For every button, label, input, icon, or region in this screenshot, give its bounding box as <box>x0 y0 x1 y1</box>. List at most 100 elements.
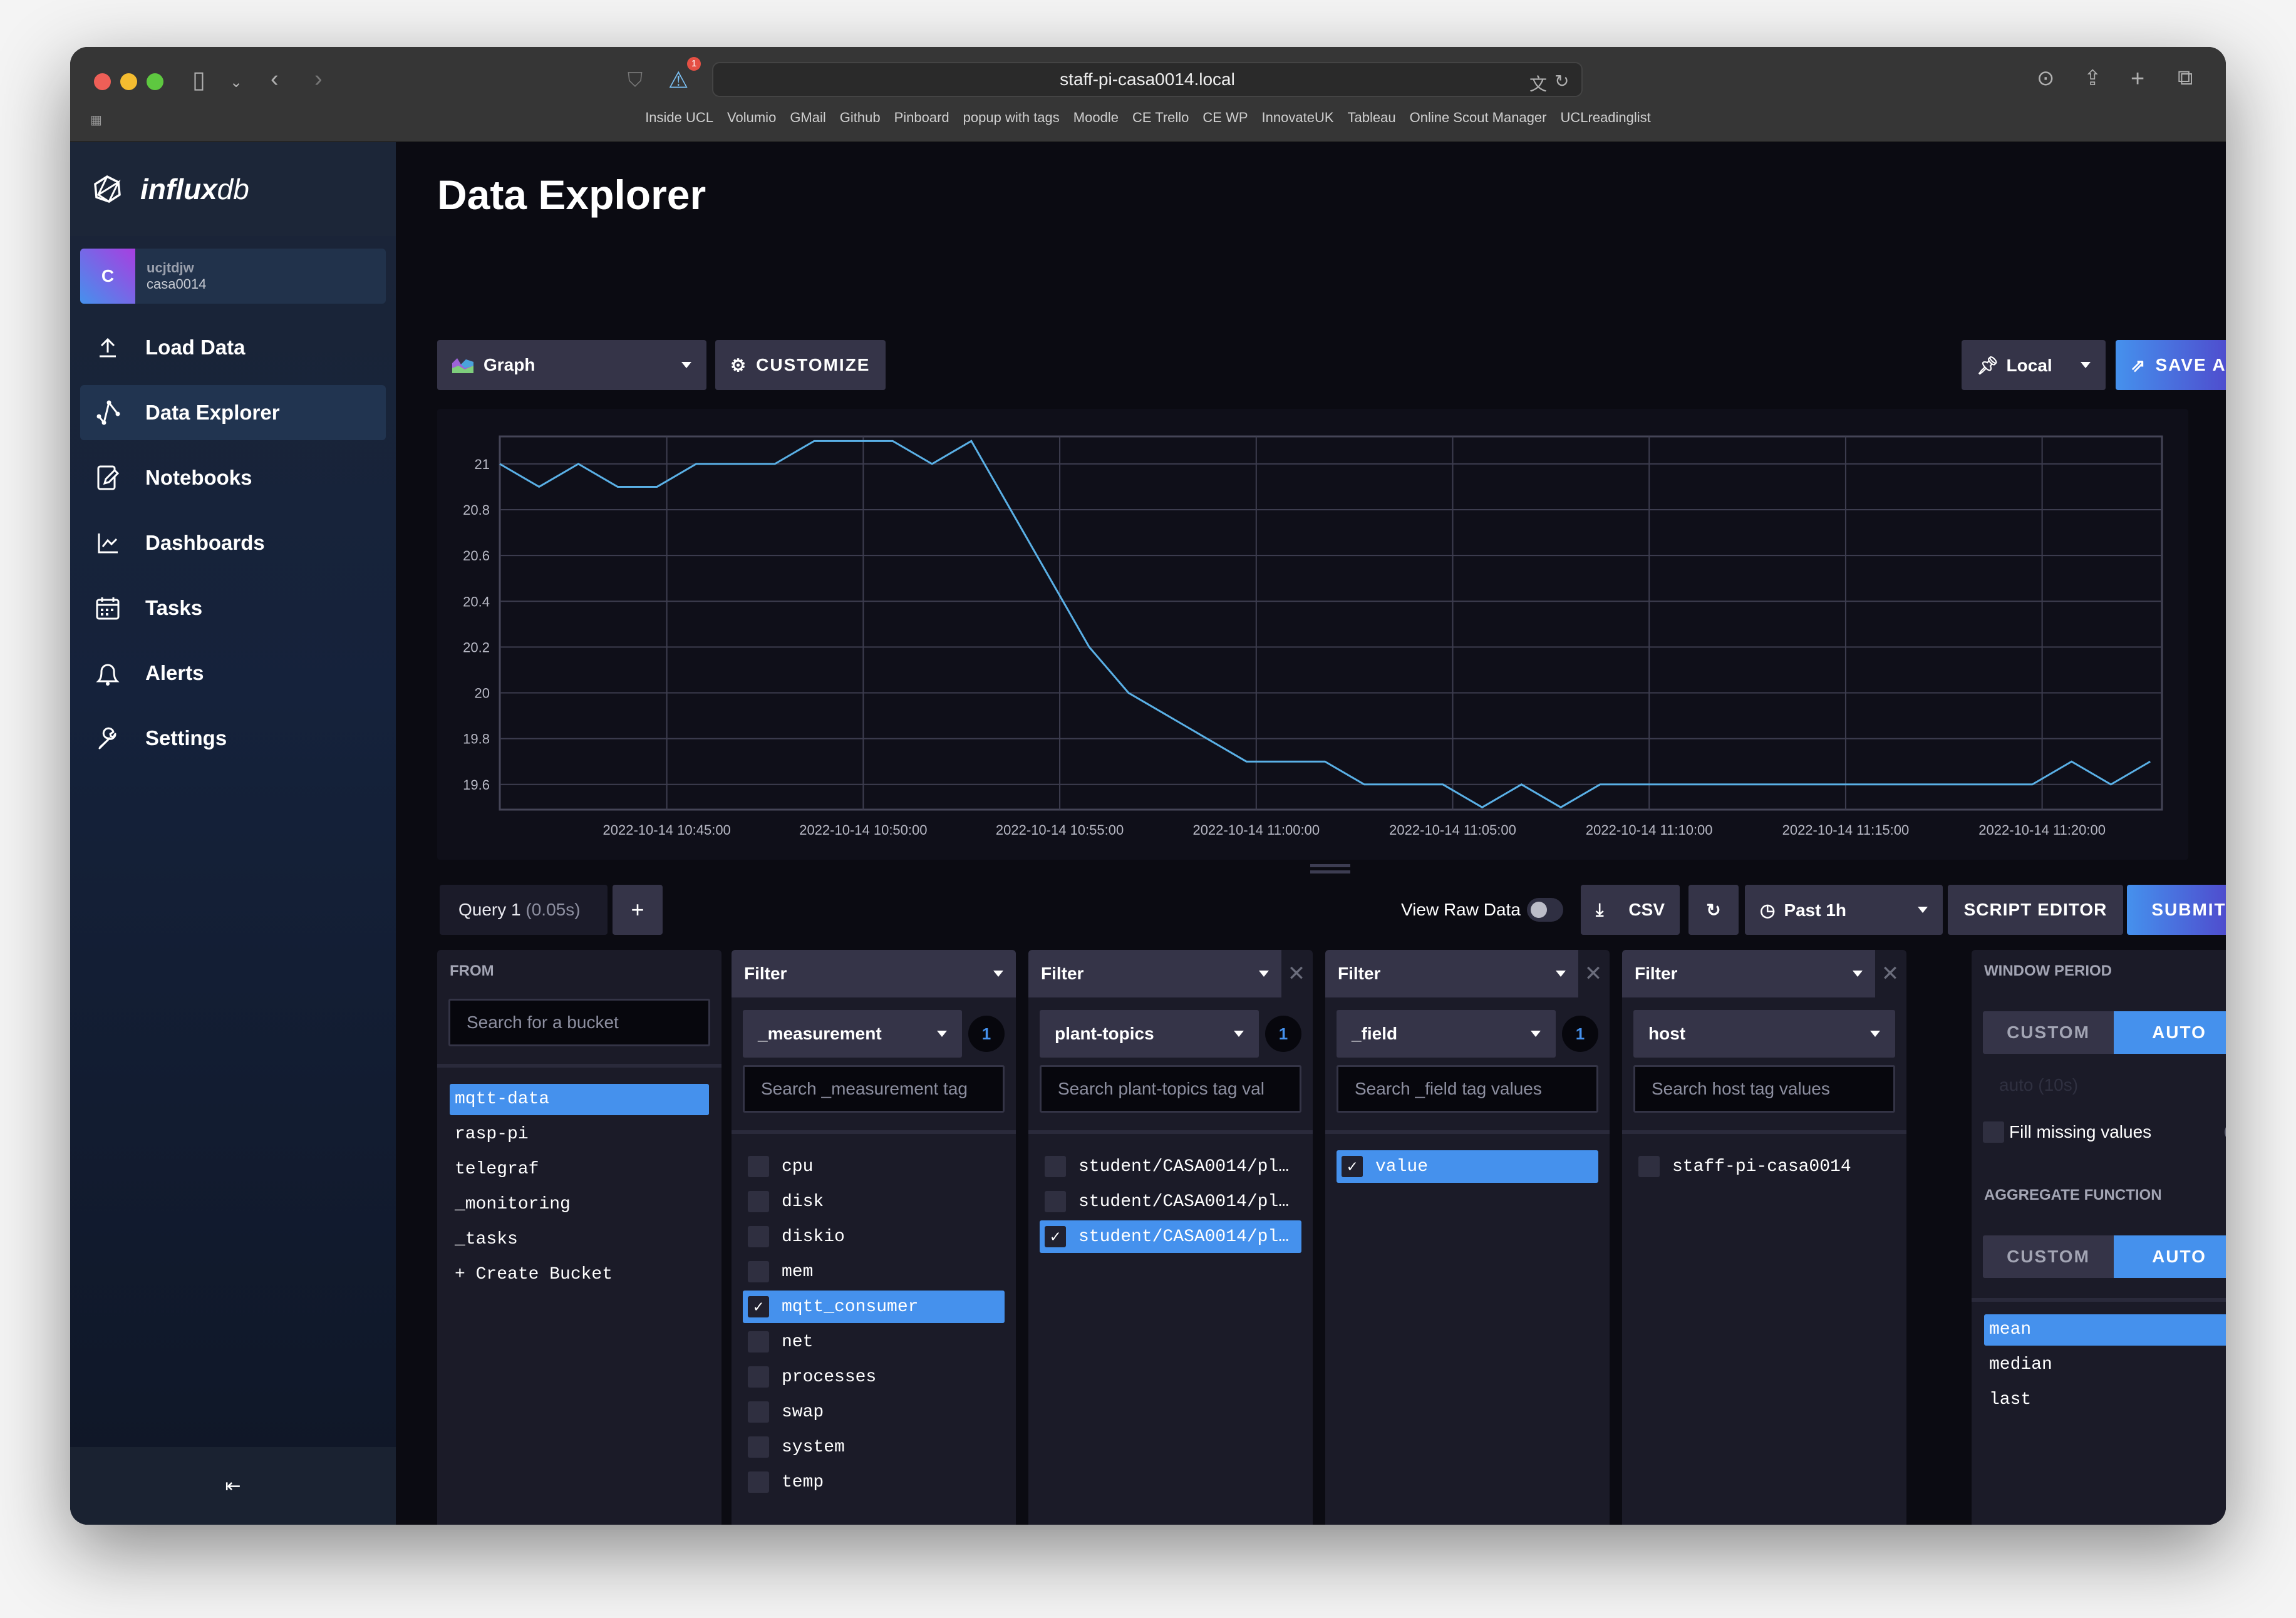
script-editor-button[interactable]: SCRIPT EDITOR <box>1948 885 2123 935</box>
csv-download-button[interactable]: ⤓ CSV <box>1581 885 1680 935</box>
filter-function-dropdown[interactable]: Filter <box>1325 950 1578 997</box>
checkbox[interactable] <box>748 1261 769 1282</box>
help-icon[interactable]: ? <box>2225 1122 2226 1142</box>
address-bar[interactable]: staff-pi-casa0014.local <box>712 62 1583 97</box>
resize-handle[interactable] <box>1310 864 1350 877</box>
sidebar-item-alerts[interactable]: Alerts <box>80 646 386 701</box>
sidebar-item-settings[interactable]: Settings <box>80 711 386 766</box>
customize-button[interactable]: ⚙ CUSTOMIZE <box>715 340 886 390</box>
bookmark-link[interactable]: InnovateUK <box>1262 110 1334 125</box>
close-icon[interactable]: ✕ <box>1281 961 1311 986</box>
tag-value-item[interactable]: net <box>743 1326 1005 1358</box>
org-switcher[interactable]: C ucjtdjw casa0014 <box>80 249 386 304</box>
tag-value-item[interactable]: ✓ value <box>1337 1150 1598 1183</box>
time-range-dropdown[interactable]: ◷ Past 1h <box>1745 885 1943 935</box>
bucket-item[interactable]: telegraf <box>450 1154 709 1185</box>
influxdb-logo[interactable]: influxdb <box>70 142 396 236</box>
tag-value-item[interactable]: mem <box>743 1255 1005 1288</box>
filter-function-dropdown[interactable]: Filter <box>732 950 1016 997</box>
aggregate-auto-button[interactable]: AUTO <box>2114 1235 2226 1278</box>
aggregate-function-item[interactable]: median <box>1984 1349 2226 1381</box>
sidebar-item-tasks[interactable]: Tasks <box>80 580 386 636</box>
checkbox[interactable] <box>748 1191 769 1212</box>
checkbox-checked[interactable]: ✓ <box>748 1296 769 1317</box>
bookmark-link[interactable]: CE WP <box>1202 110 1248 125</box>
sidebar-item-notebooks[interactable]: Notebooks <box>80 450 386 505</box>
window-period-auto-button[interactable]: AUTO <box>2114 1011 2226 1054</box>
translate-icon[interactable]: 文 <box>1529 71 1547 96</box>
checkbox[interactable] <box>748 1331 769 1353</box>
checkbox[interactable] <box>1045 1156 1066 1177</box>
bucket-item[interactable]: _tasks <box>450 1224 709 1255</box>
checkbox[interactable] <box>748 1226 769 1247</box>
tag-value-item[interactable]: ✓ mqtt_consumer <box>743 1291 1005 1323</box>
checkbox[interactable] <box>748 1436 769 1458</box>
tag-key-dropdown[interactable]: plant-topics <box>1040 1010 1259 1058</box>
tag-value-search-input[interactable]: Search host tag values <box>1633 1065 1895 1113</box>
collapse-sidebar-button[interactable]: ⇤ <box>70 1447 396 1525</box>
close-icon[interactable]: ✕ <box>1875 961 1905 986</box>
tag-value-search-input[interactable]: Search _measurement tag <box>743 1065 1005 1113</box>
checkbox-checked[interactable]: ✓ <box>1045 1226 1066 1247</box>
checkbox[interactable] <box>748 1401 769 1423</box>
tag-value-item[interactable]: ✓ student/CASA0014/pl… <box>1040 1220 1301 1253</box>
bookmark-link[interactable]: Github <box>840 110 881 125</box>
bookmark-link[interactable]: CE Trello <box>1132 110 1189 125</box>
tag-value-search-input[interactable]: Search plant-topics tag val <box>1040 1065 1301 1113</box>
query-tab[interactable]: Query 1 (0.05s) <box>440 885 608 935</box>
sidebar-item-load-data[interactable]: Load Data <box>80 320 386 375</box>
checkbox[interactable] <box>748 1471 769 1493</box>
tag-value-search-input[interactable]: Search _field tag values <box>1337 1065 1598 1113</box>
tag-key-dropdown[interactable]: _field <box>1337 1010 1556 1058</box>
filter-function-dropdown[interactable]: Filter <box>1622 950 1875 997</box>
aggregate-function-item[interactable]: mean <box>1984 1314 2226 1346</box>
submit-button[interactable]: SUBMIT <box>2127 885 2226 935</box>
tag-value-item[interactable]: system <box>743 1431 1005 1463</box>
bookmark-link[interactable]: GMail <box>790 110 825 125</box>
download-icon[interactable]: ⊙ <box>2037 66 2055 91</box>
tag-value-item[interactable]: diskio <box>743 1220 1005 1253</box>
checkbox[interactable] <box>748 1366 769 1388</box>
tag-value-item[interactable]: temp <box>743 1466 1005 1498</box>
tag-value-item[interactable]: staff-pi-casa0014 <box>1633 1150 1895 1183</box>
shield-icon[interactable]: ⛉ <box>628 68 643 92</box>
add-query-button[interactable]: + <box>613 885 663 935</box>
sidebar-item-dashboards[interactable]: Dashboards <box>80 515 386 570</box>
checkbox-checked[interactable]: ✓ <box>1342 1156 1363 1177</box>
maximize-window-button[interactable] <box>147 73 163 90</box>
tabs-overview-icon[interactable]: ⧉ <box>2178 66 2193 90</box>
close-window-button[interactable] <box>94 73 111 90</box>
graph-panel[interactable]: 19.6 19.8 20 20.2 20.4 20.6 20.8 21 2022-10-14 1… <box>437 409 2188 860</box>
bookmark-link[interactable]: Pinboard <box>894 110 949 125</box>
bucket-search-input[interactable]: Search for a bucket <box>448 999 710 1046</box>
graph-type-dropdown[interactable]: Graph <box>437 340 706 390</box>
bookmark-link[interactable]: Inside UCL <box>645 110 713 125</box>
bookmark-link[interactable]: Online Scout Manager <box>1410 110 1547 125</box>
bookmark-link[interactable]: UCLreadinglist <box>1561 110 1651 125</box>
line-chart[interactable]: 19.6 19.8 20 20.2 20.4 20.6 20.8 21 2022-10-14 1… <box>437 409 2188 860</box>
forward-icon[interactable]: › <box>314 66 323 93</box>
fill-missing-checkbox[interactable] <box>1983 1121 2004 1143</box>
checkbox[interactable] <box>748 1156 769 1177</box>
checkbox[interactable] <box>1045 1191 1066 1212</box>
sidebar-toggle-icon[interactable]: ▯ <box>192 66 205 94</box>
bucket-item[interactable]: rasp-pi <box>450 1119 709 1150</box>
tag-value-item[interactable]: student/CASA0014/pl… <box>1040 1150 1301 1183</box>
view-raw-data-toggle[interactable] <box>1526 898 1563 922</box>
chevron-down-icon[interactable]: ⌄ <box>230 73 242 91</box>
timezone-dropdown[interactable]: 📌︎ Local <box>1962 340 2106 390</box>
close-icon[interactable]: ✕ <box>1578 961 1608 986</box>
warning-icon[interactable]: ⚠ <box>668 67 688 93</box>
tag-value-item[interactable]: cpu <box>743 1150 1005 1183</box>
tag-value-item[interactable]: disk <box>743 1185 1005 1218</box>
sidebar-item-data-explorer[interactable]: Data Explorer <box>80 385 386 440</box>
tag-key-dropdown[interactable]: host <box>1633 1010 1895 1058</box>
save-as-button[interactable]: ⇗ SAVE AS <box>2116 340 2226 390</box>
tag-value-item[interactable]: processes <box>743 1361 1005 1393</box>
bookmark-link[interactable]: Volumio <box>727 110 776 125</box>
bookmark-link[interactable]: Tableau <box>1348 110 1396 125</box>
bookmark-link[interactable]: popup with tags <box>963 110 1060 125</box>
tag-key-dropdown[interactable]: _measurement <box>743 1010 962 1058</box>
share-icon[interactable]: ⇪ <box>2084 66 2102 91</box>
aggregate-function-item[interactable]: last <box>1984 1384 2226 1416</box>
